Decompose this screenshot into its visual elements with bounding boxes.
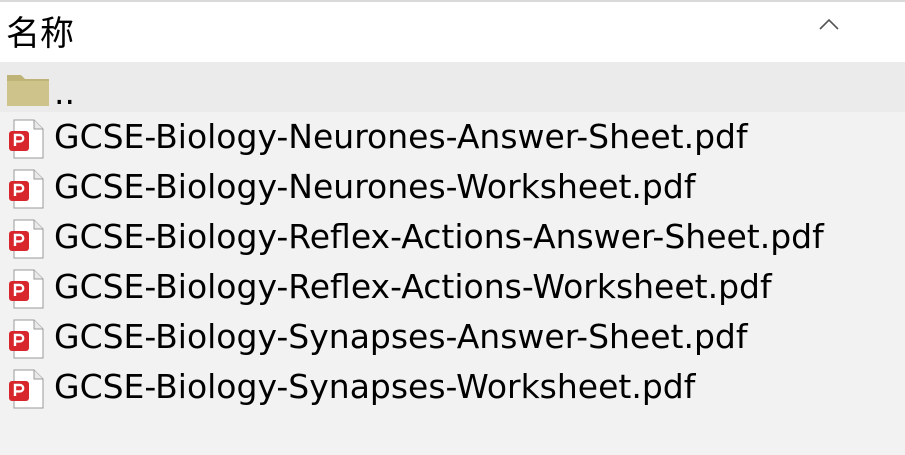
folder-icon	[7, 75, 49, 106]
file-name: GCSE-Biology-Synapses-Worksheet.pdf	[54, 367, 696, 406]
list-item[interactable]: GCSE-Biology-Neurones-Worksheet.pdf	[0, 162, 905, 212]
parent-directory-row[interactable]: ..	[0, 62, 905, 112]
file-name: GCSE-Biology-Reflex-Actions-Worksheet.pd…	[54, 267, 772, 306]
name-column-header[interactable]: 名称	[0, 0, 905, 62]
list-item[interactable]: GCSE-Biology-Reflex-Actions-Answer-Sheet…	[0, 212, 905, 262]
file-list-pane: 名称 .. GCSE-Biology-Neurones-Answer-Sheet…	[0, 0, 905, 455]
pdf-file-icon	[9, 119, 44, 159]
pdf-file-icon	[9, 269, 44, 309]
list-item[interactable]: GCSE-Biology-Synapses-Worksheet.pdf	[0, 362, 905, 412]
file-name: GCSE-Biology-Neurones-Worksheet.pdf	[54, 167, 696, 206]
pdf-file-icon	[9, 319, 44, 359]
list-item[interactable]: GCSE-Biology-Neurones-Answer-Sheet.pdf	[0, 112, 905, 162]
list-item[interactable]: GCSE-Biology-Reflex-Actions-Worksheet.pd…	[0, 262, 905, 312]
pdf-file-icon	[9, 169, 44, 209]
file-name: GCSE-Biology-Neurones-Answer-Sheet.pdf	[54, 117, 748, 156]
pdf-file-icon	[9, 369, 44, 409]
list-item[interactable]: GCSE-Biology-Synapses-Answer-Sheet.pdf	[0, 312, 905, 362]
parent-directory-label: ..	[54, 73, 75, 112]
file-list: .. GCSE-Biology-Neurones-Answer-Sheet.pd…	[0, 62, 905, 412]
pdf-file-icon	[9, 219, 44, 259]
file-name: GCSE-Biology-Synapses-Answer-Sheet.pdf	[54, 317, 748, 356]
file-name: GCSE-Biology-Reflex-Actions-Answer-Sheet…	[54, 217, 824, 256]
name-column-label: 名称	[6, 14, 74, 54]
chevron-up-icon[interactable]	[818, 16, 840, 32]
